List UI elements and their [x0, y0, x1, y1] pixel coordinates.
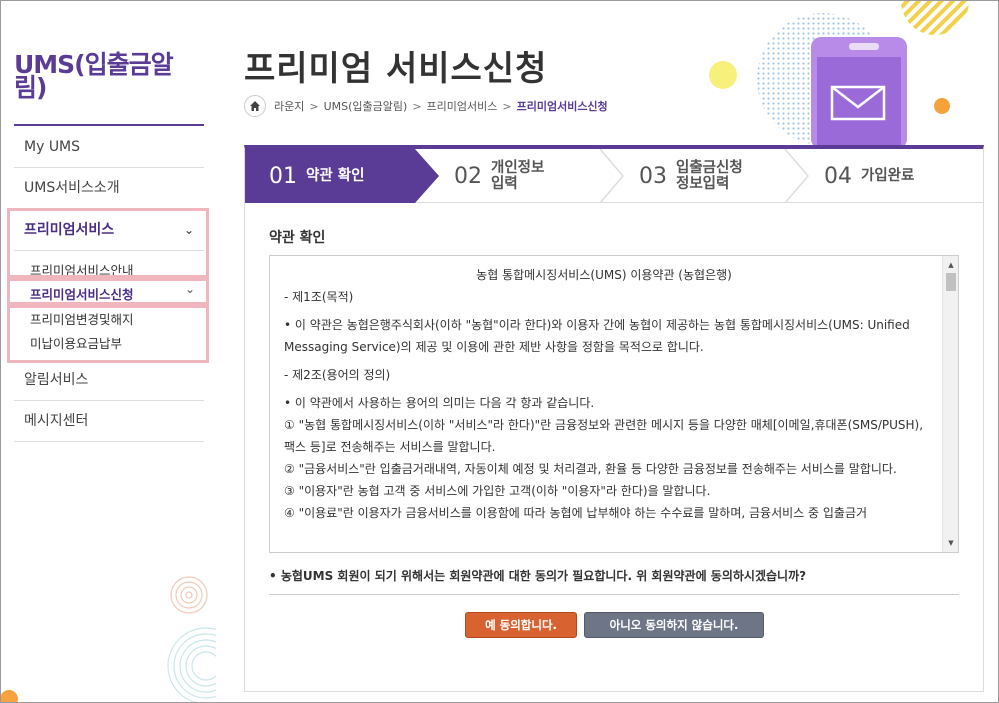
title-rule [14, 124, 204, 126]
step-4: 04 가입완료 [824, 149, 914, 203]
sidebar-item-label: 알림서비스 [24, 372, 89, 388]
sidebar-item-ums-intro[interactable]: UMS서비스소개 [14, 168, 204, 209]
breadcrumb-current: 프리미엄서비스신청 [516, 100, 608, 113]
phone-icon [811, 37, 907, 149]
terms-line: ③ "이용자"란 농협 고객 중 서비스에 가입한 고객(이하 "이용자"라 한… [284, 484, 711, 498]
sub-item-premium-apply[interactable]: 프리미엄서비스신청 [30, 284, 134, 303]
sidebar-item-premium[interactable]: 프리미엄서비스 ⌄ [14, 210, 204, 251]
disagree-button[interactable]: 아니오 동의하지 않습니다. [584, 612, 764, 638]
sidebar-item-alert-service[interactable]: 알림서비스 [14, 360, 204, 401]
step-label: 가입완료 [861, 168, 915, 184]
terms-scrollbar[interactable]: ▲ ▼ [942, 256, 958, 552]
chevron-down-icon: ⌄ [185, 282, 196, 296]
terms-box[interactable]: 농협 통합메시징서비스(UMS) 이용약관 (농협은행) - 제1조(목적) •… [269, 255, 959, 553]
terms-line: - 제2조(용어의 정의) [284, 368, 391, 382]
step-number: 02 [454, 163, 482, 189]
sub-item-premium-change[interactable]: 프리미엄변경및해지 [30, 309, 134, 328]
sidebar-item-label: 메시지센터 [24, 413, 89, 429]
chevron-down-icon: ⌄ [183, 223, 194, 237]
terms-line: ④ "이용료"란 이용자가 금융서비스를 이용함에 따라 농협에 납부해야 하는… [284, 506, 868, 520]
sidebar-item-label: My UMS [24, 139, 81, 155]
terms-line: - 제1조(목적) [284, 290, 354, 304]
terms-line: ① "농협 통합메시징서비스(이하 "서비스"라 한다)"란 금융정보와 관련한… [284, 418, 924, 454]
home-icon[interactable] [244, 95, 266, 117]
scrollbar-thumb[interactable] [946, 273, 956, 291]
sidebar-item-label: UMS서비스소개 [24, 180, 120, 196]
breadcrumb: 라운지 > UMS(입출금알림) > 프리미엄서비스 > 프리미엄서비스신청 [244, 94, 608, 118]
scroll-up-arrow-icon[interactable]: ▲ [943, 258, 958, 272]
decorative-circles [1, 576, 216, 702]
breadcrumb-separator: > [502, 99, 512, 113]
breadcrumb-lounge[interactable]: 라운지 [274, 98, 304, 114]
consent-question: • 농협UMS 회원이 되기 위해서는 회원약관에 대한 동의가 필요합니다. … [269, 569, 807, 583]
step-number: 03 [639, 163, 667, 189]
terms-line: • 이 약관은 농협은행주식회사(이하 "농협"이라 한다)와 이용자 간에 농… [284, 318, 910, 354]
step-label: 약관 확인 [306, 168, 365, 184]
sidebar-item-label: 프리미엄서비스 [24, 222, 115, 238]
step-3: 03 입출금신청 정보입력 [639, 149, 743, 203]
step-number: 04 [824, 163, 852, 189]
page-title: 프리미엄 서비스신청 [244, 49, 548, 89]
browser-frame: UMS(입출금알림) My UMS UMS서비스소개 프리미엄서비스 ⌄ 프리미… [0, 0, 999, 703]
step-1: 01 약관 확인 [269, 149, 365, 203]
sub-item-unpaid-fee[interactable]: 미납이용요금납부 [30, 333, 122, 352]
breadcrumb-premium[interactable]: 프리미엄서비스 [427, 98, 498, 114]
step-label: 입출금신청 정보입력 [676, 160, 743, 192]
step-label: 개인정보 입력 [491, 160, 545, 192]
sidebar: UMS(입출금알림) My UMS UMS서비스소개 프리미엄서비스 ⌄ 프리미… [1, 1, 216, 702]
agree-button[interactable]: 예 동의합니다. [465, 612, 577, 638]
header-illustration [709, 1, 969, 149]
step-number: 01 [269, 163, 297, 189]
terms-text: 농협 통합메시징서비스(UMS) 이용약관 (농협은행) - 제1조(목적) •… [284, 264, 924, 524]
sidebar-item-my-ums[interactable]: My UMS [14, 127, 204, 168]
step-indicator: 01 약관 확인 02 개인정보 입력 03 입출금신청 정보입력 04 가입완… [244, 145, 984, 203]
terms-panel: 약관 확인 농협 통합메시징서비스(UMS) 이용약관 (농협은행) - 제1조… [244, 203, 984, 692]
terms-line: • 이 약관에서 사용하는 용어의 의미는 다음 각 항과 같습니다. [284, 396, 595, 410]
section-title: 약관 확인 [269, 230, 326, 246]
divider [269, 594, 959, 595]
step-2: 02 개인정보 입력 [454, 149, 544, 203]
breadcrumb-separator: > [412, 99, 422, 113]
scroll-down-arrow-icon[interactable]: ▼ [943, 536, 958, 550]
breadcrumb-separator: > [309, 99, 319, 113]
breadcrumb-ums[interactable]: UMS(입출금알림) [324, 98, 408, 114]
sub-item-premium-info[interactable]: 프리미엄서비스안내 [30, 260, 134, 279]
terms-line: ② "금융서비스"란 입출금거래내역, 자동이체 예정 및 처리결과, 환율 등… [284, 462, 897, 476]
terms-title: 농협 통합메시징서비스(UMS) 이용약관 (농협은행) [476, 268, 732, 282]
sidebar-item-message-center[interactable]: 메시지센터 [14, 401, 204, 442]
app-title: UMS(입출금알림) [14, 50, 174, 102]
